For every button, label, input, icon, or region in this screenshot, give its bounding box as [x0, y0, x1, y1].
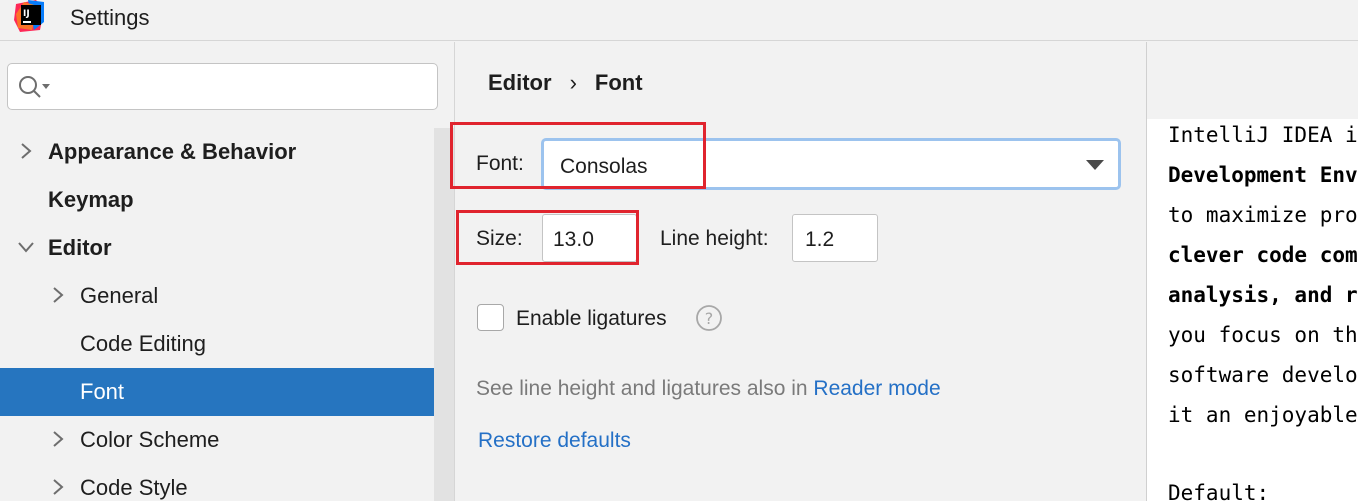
tree-item-general[interactable]: General — [0, 272, 454, 320]
chevron-right-icon[interactable] — [48, 477, 68, 497]
preview-line: Development Env — [1168, 163, 1358, 187]
tree-item-label: Code Style — [80, 475, 188, 500]
restore-defaults-link[interactable]: Restore defaults — [478, 429, 631, 453]
enable-ligatures-checkbox[interactable] — [477, 304, 504, 331]
font-highlight-box — [450, 122, 706, 189]
intellij-idea-icon: IJ — [14, 0, 44, 32]
settings-sidebar: Appearance & Behavior Keymap Editor Gene… — [0, 42, 454, 501]
tree-item-appearance-behavior[interactable]: Appearance & Behavior — [0, 128, 454, 176]
tree-item-label: Editor — [48, 235, 112, 260]
tree-item-label: Color Scheme — [80, 427, 220, 452]
tree-item-keymap[interactable]: Keymap — [0, 176, 454, 224]
preview-line: it an enjoyable — [1168, 403, 1358, 427]
tree-item-font[interactable]: Font — [0, 368, 454, 416]
preview-line: Default: — [1168, 481, 1270, 501]
tree-item-code-style[interactable]: Code Style — [0, 464, 454, 501]
breadcrumb-parent[interactable]: Editor — [488, 70, 552, 95]
breadcrumb-current: Font — [594, 70, 643, 95]
line-height-label: Line height: — [660, 227, 769, 250]
line-height-input[interactable]: 1.2 — [792, 214, 878, 262]
preview-line: IntelliJ IDEA i — [1168, 123, 1358, 147]
chevron-down-icon[interactable] — [16, 237, 36, 257]
preview-line: you focus on th — [1168, 323, 1358, 347]
help-icon[interactable]: ? — [695, 304, 723, 332]
size-highlight-box — [456, 210, 639, 265]
chevron-right-icon[interactable] — [48, 429, 68, 449]
svg-text:IJ: IJ — [23, 9, 30, 19]
search-box[interactable] — [7, 63, 438, 110]
tree-item-code-editing[interactable]: Code Editing — [0, 320, 454, 368]
tree-item-label: Code Editing — [80, 331, 206, 356]
tree-item-label: Keymap — [48, 187, 134, 212]
tree-item-label: Appearance & Behavior — [48, 139, 297, 164]
dropdown-arrow-icon[interactable] — [1084, 158, 1106, 172]
reader-mode-link[interactable]: Reader mode — [813, 377, 940, 400]
window-title: Settings — [70, 5, 150, 30]
tree-item-label: Font — [80, 379, 125, 404]
search-icon[interactable] — [18, 75, 52, 99]
preview-line: to maximize pro — [1168, 203, 1358, 227]
chevron-right-icon[interactable] — [16, 141, 36, 161]
search-input[interactable] — [60, 72, 430, 102]
svg-text:?: ? — [705, 309, 714, 328]
preview-line: software develo — [1168, 363, 1358, 387]
enable-ligatures-label[interactable]: Enable ligatures — [516, 307, 667, 331]
tree-item-label: General — [80, 283, 159, 308]
reader-mode-note: See line height and ligatures also in Re… — [476, 377, 941, 401]
preview-line: clever code com — [1168, 243, 1358, 267]
title-bar: IJ Settings — [0, 0, 1358, 41]
reader-mode-note-text: See line height and ligatures also in — [476, 377, 808, 400]
line-height-input-value: 1.2 — [805, 228, 835, 251]
tree-item-editor[interactable]: Editor — [0, 224, 454, 272]
font-preview-pane[interactable]: IntelliJ IDEA i Development Env to maxim… — [1147, 119, 1358, 501]
breadcrumb-separator: › — [569, 70, 577, 95]
preview-line: analysis, and r — [1168, 283, 1358, 307]
breadcrumb: Editor › Font — [488, 70, 643, 96]
font-settings-panel: Editor › Font Font: Consolas Size: 13.0 Li… — [450, 42, 1147, 501]
tree-item-color-scheme[interactable]: Color Scheme — [0, 416, 454, 464]
chevron-right-icon[interactable] — [48, 285, 68, 305]
